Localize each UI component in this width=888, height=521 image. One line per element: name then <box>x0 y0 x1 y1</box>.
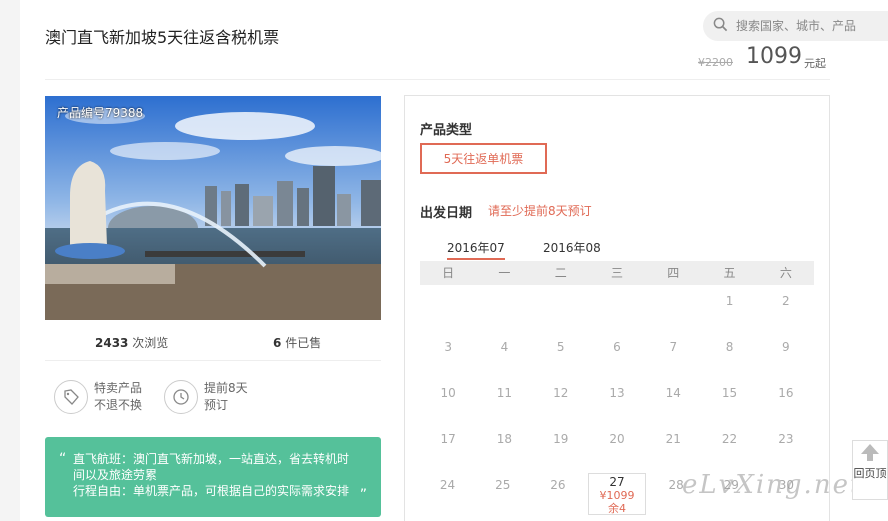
product-type-option[interactable]: 5天往返单机票 <box>420 143 547 174</box>
calendar-day: 7 <box>669 340 678 354</box>
arrow-up-icon <box>861 444 879 461</box>
calendar-day: 21 <box>665 432 681 446</box>
watermark: eLvXing.net <box>682 470 863 500</box>
weekday: 一 <box>498 266 511 280</box>
calendar-day: 8 <box>725 340 734 354</box>
weekday: 五 <box>723 266 736 280</box>
calendar-day: 3 <box>444 340 452 354</box>
weekday: 日 <box>442 266 455 280</box>
clock-icon <box>164 380 198 414</box>
page: 澳门直飞新加坡5天往返含税机票 ¥2200 1099 元起 <box>0 0 888 521</box>
promo-line: 直飞航班：澳门直飞新加坡，一站直达，省去转机时 <box>73 452 350 466</box>
weekday: 四 <box>667 266 680 280</box>
divider <box>45 79 830 80</box>
calendar-day <box>533 285 589 331</box>
calendar-day: 17 <box>440 432 456 446</box>
weekday-header: 日 一 二 三 四 五 六 <box>420 261 814 285</box>
tag-icon <box>54 380 88 414</box>
weekday: 二 <box>554 266 567 280</box>
day-stock: 余4 <box>607 502 626 515</box>
calendar-day: 10 <box>440 386 456 400</box>
departure-date-label: 出发日期 <box>420 206 473 221</box>
search-box[interactable] <box>703 11 888 41</box>
calendar-day: 2 <box>782 294 790 308</box>
calendar-day: 13 <box>609 386 625 400</box>
calendar-day <box>589 285 645 331</box>
calendar-day: 5 <box>556 340 565 354</box>
calendar-day: 14 <box>665 386 681 400</box>
feature-label: 预订 <box>204 398 229 412</box>
divider <box>45 360 381 361</box>
promo-line: 间以及旅途劳累 <box>73 468 158 482</box>
calendar-day <box>420 285 476 331</box>
feature-label: 提前8天 <box>204 381 248 395</box>
booking-note: 请至少提前8天预订 <box>488 204 592 218</box>
promo-box: “ 直飞航班：澳门直飞新加坡，一站直达，省去转机时 间以及旅途劳累 行程自由：单… <box>45 437 381 517</box>
calendar-day: 18 <box>496 432 513 446</box>
calendar-week: 1 2 <box>420 285 814 331</box>
booking-panel: 产品类型 5天往返单机票 出发日期 请至少提前8天预订 2016年07 2016… <box>404 95 830 521</box>
tab-month-july[interactable]: 2016年07 <box>447 239 505 260</box>
calendar-day: 15 <box>721 386 738 400</box>
stats-bar: 2433 次浏览 6 件已售 <box>45 332 381 352</box>
promo-line: 行程自由：单机票产品，可根据自己的实际需求安排 <box>73 484 350 498</box>
current-price: 1099 <box>746 44 802 69</box>
feature-label: 不退不换 <box>94 398 143 412</box>
calendar-day: 9 <box>782 340 790 354</box>
quote-close-icon: ” <box>359 487 367 503</box>
day-price: ¥1099 <box>599 489 635 502</box>
weekday: 三 <box>610 266 623 280</box>
search-icon[interactable] <box>713 17 728 36</box>
calendar-day: 20 <box>609 432 625 446</box>
weekday: 六 <box>779 266 792 280</box>
calendar-day: 1 <box>725 294 734 308</box>
calendar-day: 24 <box>439 478 456 492</box>
product-photo: 产品编号79388 <box>45 96 381 320</box>
view-count: 2433 次浏览 <box>95 336 169 350</box>
calendar-week: 17 18 19 20 21 22 23 <box>420 423 814 469</box>
feature-special-sale: 特卖产品 不退不换 <box>54 380 142 414</box>
day-number: 27 <box>609 475 625 489</box>
calendar-week: 10 11 12 13 14 15 16 <box>420 377 814 423</box>
price-unit: 元起 <box>804 57 826 70</box>
calendar-day: 25 <box>495 478 511 492</box>
calendar-day: 16 <box>778 386 794 400</box>
calendar-day <box>476 285 532 331</box>
feature-advance-booking: 提前8天预订 <box>164 380 248 414</box>
tab-month-august[interactable]: 2016年08 <box>543 239 601 256</box>
back-to-top-button[interactable]: 回页顶 <box>852 440 888 500</box>
quote-open-icon: “ <box>59 451 67 467</box>
calendar-day: 26 <box>550 478 566 492</box>
search-input[interactable] <box>736 19 876 33</box>
calendar-day: 11 <box>496 386 513 400</box>
calendar-day-available[interactable]: 27 ¥1099 余4 <box>588 473 646 515</box>
product-id: 产品编号79388 <box>57 106 144 120</box>
calendar-day: 22 <box>721 432 738 446</box>
product-type-label: 产品类型 <box>420 123 473 138</box>
calendar-day <box>645 285 701 331</box>
calendar-day: 12 <box>553 386 569 400</box>
sold-count: 6 件已售 <box>273 336 322 350</box>
calendar-day: 6 <box>613 340 621 354</box>
back-to-top-label: 回页顶 <box>853 467 887 480</box>
calendar-week: 3 4 5 6 7 8 9 <box>420 331 814 377</box>
original-price: ¥2200 <box>698 56 733 69</box>
calendar-day: 23 <box>778 432 794 446</box>
calendar-day: 19 <box>553 432 569 446</box>
calendar-day: 4 <box>500 340 509 354</box>
feature-label: 特卖产品 <box>94 381 143 395</box>
page-title: 澳门直飞新加坡5天往返含税机票 <box>45 28 280 47</box>
